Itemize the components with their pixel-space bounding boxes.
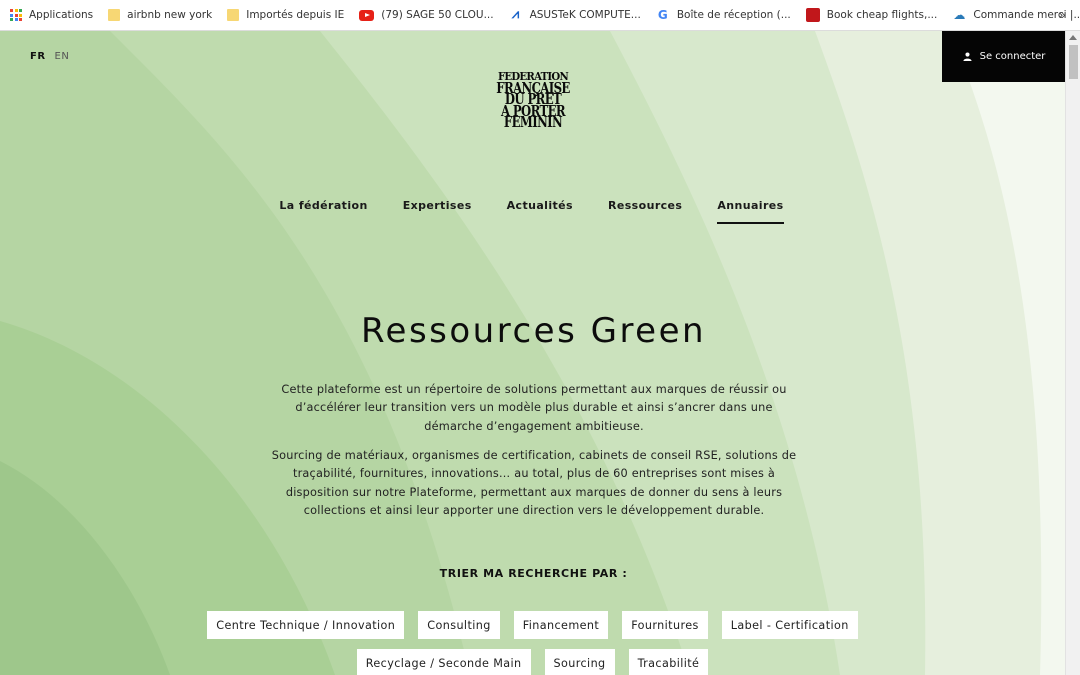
youtube-icon <box>359 9 375 21</box>
bookmark-sage[interactable]: (79) SAGE 50 CLOU... <box>359 9 494 21</box>
filter-row: Centre Technique / Innovation Consulting… <box>0 611 1065 639</box>
filter-centre-technique[interactable]: Centre Technique / Innovation <box>207 611 405 639</box>
user-icon <box>963 52 972 61</box>
lang-fr[interactable]: FR <box>30 51 46 62</box>
filter-fournitures[interactable]: Fournitures <box>622 611 708 639</box>
login-button[interactable]: Se connecter <box>942 31 1065 82</box>
bookmark-label: ASUSTeK COMPUTE... <box>529 9 641 21</box>
description-paragraph: Sourcing de matériaux, organismes de cer… <box>271 449 797 517</box>
bookmark-label: Applications <box>29 9 94 21</box>
nav-item-ressources[interactable]: Ressources <box>608 199 682 212</box>
google-icon: G <box>657 8 668 22</box>
apps-grid-icon <box>10 9 22 21</box>
filter-consulting[interactable]: Consulting <box>418 611 500 639</box>
scroll-up-arrow-icon[interactable] <box>1069 35 1077 40</box>
bookmark-asus[interactable]: ⩘ ASUSTeK COMPUTE... <box>509 8 641 22</box>
intro-paragraph: Cette plateforme est un répertoire de so… <box>281 383 787 433</box>
login-label: Se connecter <box>979 51 1046 62</box>
bookmark-label: Importés depuis IE <box>246 9 345 21</box>
filter-financement[interactable]: Financement <box>513 611 609 639</box>
sort-label: TRIER MA RECHERCHE PAR : <box>439 567 628 580</box>
bookmark-applications[interactable]: Applications <box>10 9 93 21</box>
folder-icon <box>108 9 121 21</box>
logo-line: FEMININ <box>503 113 563 131</box>
bookmark-label: Boîte de réception (... <box>676 9 791 21</box>
bookmark-imported-ie[interactable]: Importés depuis IE <box>227 9 344 21</box>
vertical-scrollbar[interactable] <box>1065 31 1080 675</box>
nav-item-actualites[interactable]: Actualités <box>507 199 573 212</box>
filter-label-certification[interactable]: Label - Certification <box>721 611 858 639</box>
bookmark-airbnb[interactable]: airbnb new york <box>108 9 212 21</box>
nav-item-federation[interactable]: La fédération <box>279 199 367 212</box>
scrollbar-thumb[interactable] <box>1069 45 1078 79</box>
site-logo[interactable]: FEDERATION FRANÇAISE DU PRET A PORTER FE… <box>480 71 586 129</box>
language-switcher: FR EN <box>30 51 69 62</box>
folder-icon <box>227 9 240 21</box>
nav-item-expertises[interactable]: Expertises <box>403 199 472 212</box>
bookmark-gmail[interactable]: G Boîte de réception (... <box>656 8 791 22</box>
bookmark-flights[interactable]: Book cheap flights,... <box>805 8 938 22</box>
bookmarks-bar: Applications airbnb new york Importés de… <box>0 0 1080 31</box>
order-icon: ☁ <box>953 8 966 22</box>
page-title: Ressources Green <box>360 311 707 351</box>
lang-en[interactable]: EN <box>55 51 70 62</box>
page-content: FR EN Se connecter FEDERATION FRANÇAISE … <box>0 31 1065 675</box>
asus-icon: ⩘ <box>511 7 520 22</box>
main-navigation: La fédération Expertises Actualités Ress… <box>0 199 1065 224</box>
book-icon <box>805 8 820 22</box>
filter-recyclage[interactable]: Recyclage / Seconde Main <box>356 649 531 675</box>
filter-row: Recyclage / Seconde Main Sourcing Tracab… <box>0 649 1065 675</box>
filter-tracabilite[interactable]: Tracabilité <box>628 649 709 675</box>
bookmark-label: (79) SAGE 50 CLOU... <box>381 9 494 21</box>
nav-item-annuaires[interactable]: Annuaires <box>717 199 784 224</box>
bookmark-label: Book cheap flights,... <box>826 9 938 21</box>
bookmarks-more-button[interactable]: » <box>1059 8 1066 22</box>
bookmark-label: airbnb new york <box>127 9 213 21</box>
filter-sourcing[interactable]: Sourcing <box>544 649 615 675</box>
